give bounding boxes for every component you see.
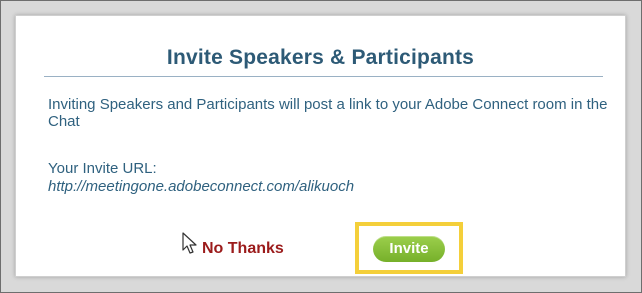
mouse-pointer-icon	[182, 232, 197, 254]
invite-button[interactable]: Invite	[373, 236, 445, 262]
invite-url-value: http://meetingone.adobeconnect.com/aliku…	[48, 178, 355, 195]
dialog-title: Invite Speakers & Participants	[166, 46, 475, 69]
dialog-message: Inviting Speakers and Participants will …	[48, 96, 608, 130]
no-thanks-button[interactable]: No Thanks	[202, 240, 284, 258]
invite-button-highlight: Invite	[355, 222, 463, 274]
screenshot-frame: Invite Speakers & Participants Inviting …	[0, 0, 642, 293]
invite-url-label: Your Invite URL:	[48, 160, 157, 177]
title-divider	[44, 76, 603, 77]
invite-dialog: Invite Speakers & Participants Inviting …	[15, 15, 626, 277]
